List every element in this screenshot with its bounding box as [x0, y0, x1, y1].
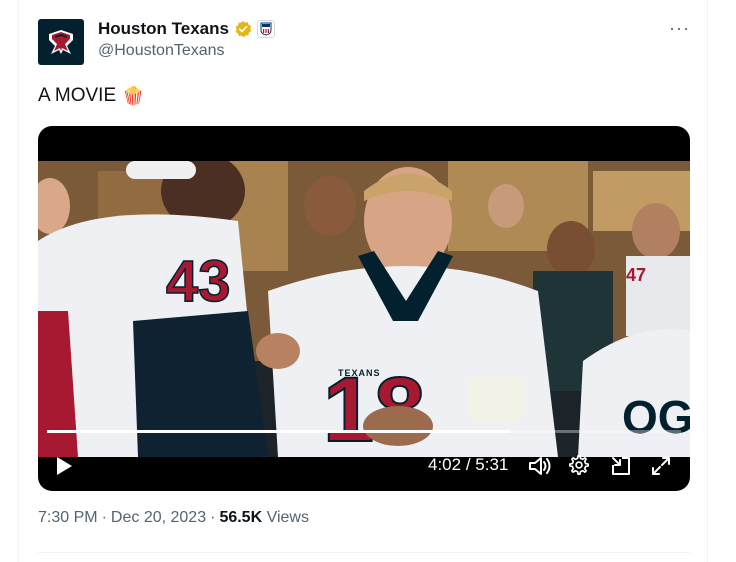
nfl-shield-icon — [260, 22, 272, 36]
post-text-content: A MOVIE — [38, 85, 117, 106]
avatar[interactable] — [38, 19, 84, 65]
volume-icon[interactable] — [528, 455, 552, 477]
jersey-number-47: 47 — [626, 265, 646, 285]
video-progress-fill — [47, 430, 510, 433]
post-card: Houston Texans @HoustonTexans ··· A MOVI… — [18, 0, 708, 562]
views-label: Views — [266, 509, 309, 526]
video-frame[interactable]: 47 43 TEXANS 18 OG — [38, 161, 690, 457]
views-count-group[interactable]: 56.5K Views — [219, 509, 309, 527]
picture-in-picture-icon[interactable] — [610, 455, 632, 477]
author-handle[interactable]: @HoustonTexans — [98, 42, 225, 60]
verified-badge-icon[interactable] — [234, 20, 252, 38]
meta-separator: · — [101, 509, 107, 526]
video-current-time: 4:02 — [428, 455, 462, 474]
video-time-separator: / — [465, 455, 471, 474]
video-duration: 5:31 — [475, 455, 509, 474]
author-name-row: Houston Texans — [98, 18, 275, 40]
popcorn-emoji: 🍿 — [122, 85, 145, 106]
post-date[interactable]: Dec 20, 2023 — [111, 509, 206, 527]
more-options-icon[interactable]: ··· — [669, 18, 690, 39]
video-time-display: 4:02 / 5:31 — [428, 455, 508, 475]
post-time[interactable]: 7:30 PM — [38, 509, 98, 527]
author-name[interactable]: Houston Texans — [98, 19, 229, 39]
play-icon[interactable] — [54, 456, 74, 476]
fullscreen-icon[interactable] — [650, 455, 672, 477]
jersey-name-text: OGU — [622, 391, 690, 443]
video-scene-image: 47 43 TEXANS 18 OG — [38, 161, 690, 457]
settings-icon[interactable] — [568, 454, 590, 476]
video-progress-bar[interactable] — [47, 430, 681, 433]
meta-separator: · — [210, 509, 216, 526]
divider — [38, 552, 690, 553]
views-count: 56.5K — [219, 509, 263, 526]
nfl-affiliate-badge-icon[interactable] — [256, 20, 275, 38]
post-meta: 7:30 PM · Dec 20, 2023 · 56.5K Views — [38, 509, 309, 527]
texans-logo-icon — [49, 30, 73, 54]
jersey-number-43: 43 — [166, 249, 231, 314]
video-player[interactable]: 47 43 TEXANS 18 OG 4:02 / 5:31 — [38, 126, 690, 491]
post-text: A MOVIE 🍿 — [38, 85, 145, 107]
